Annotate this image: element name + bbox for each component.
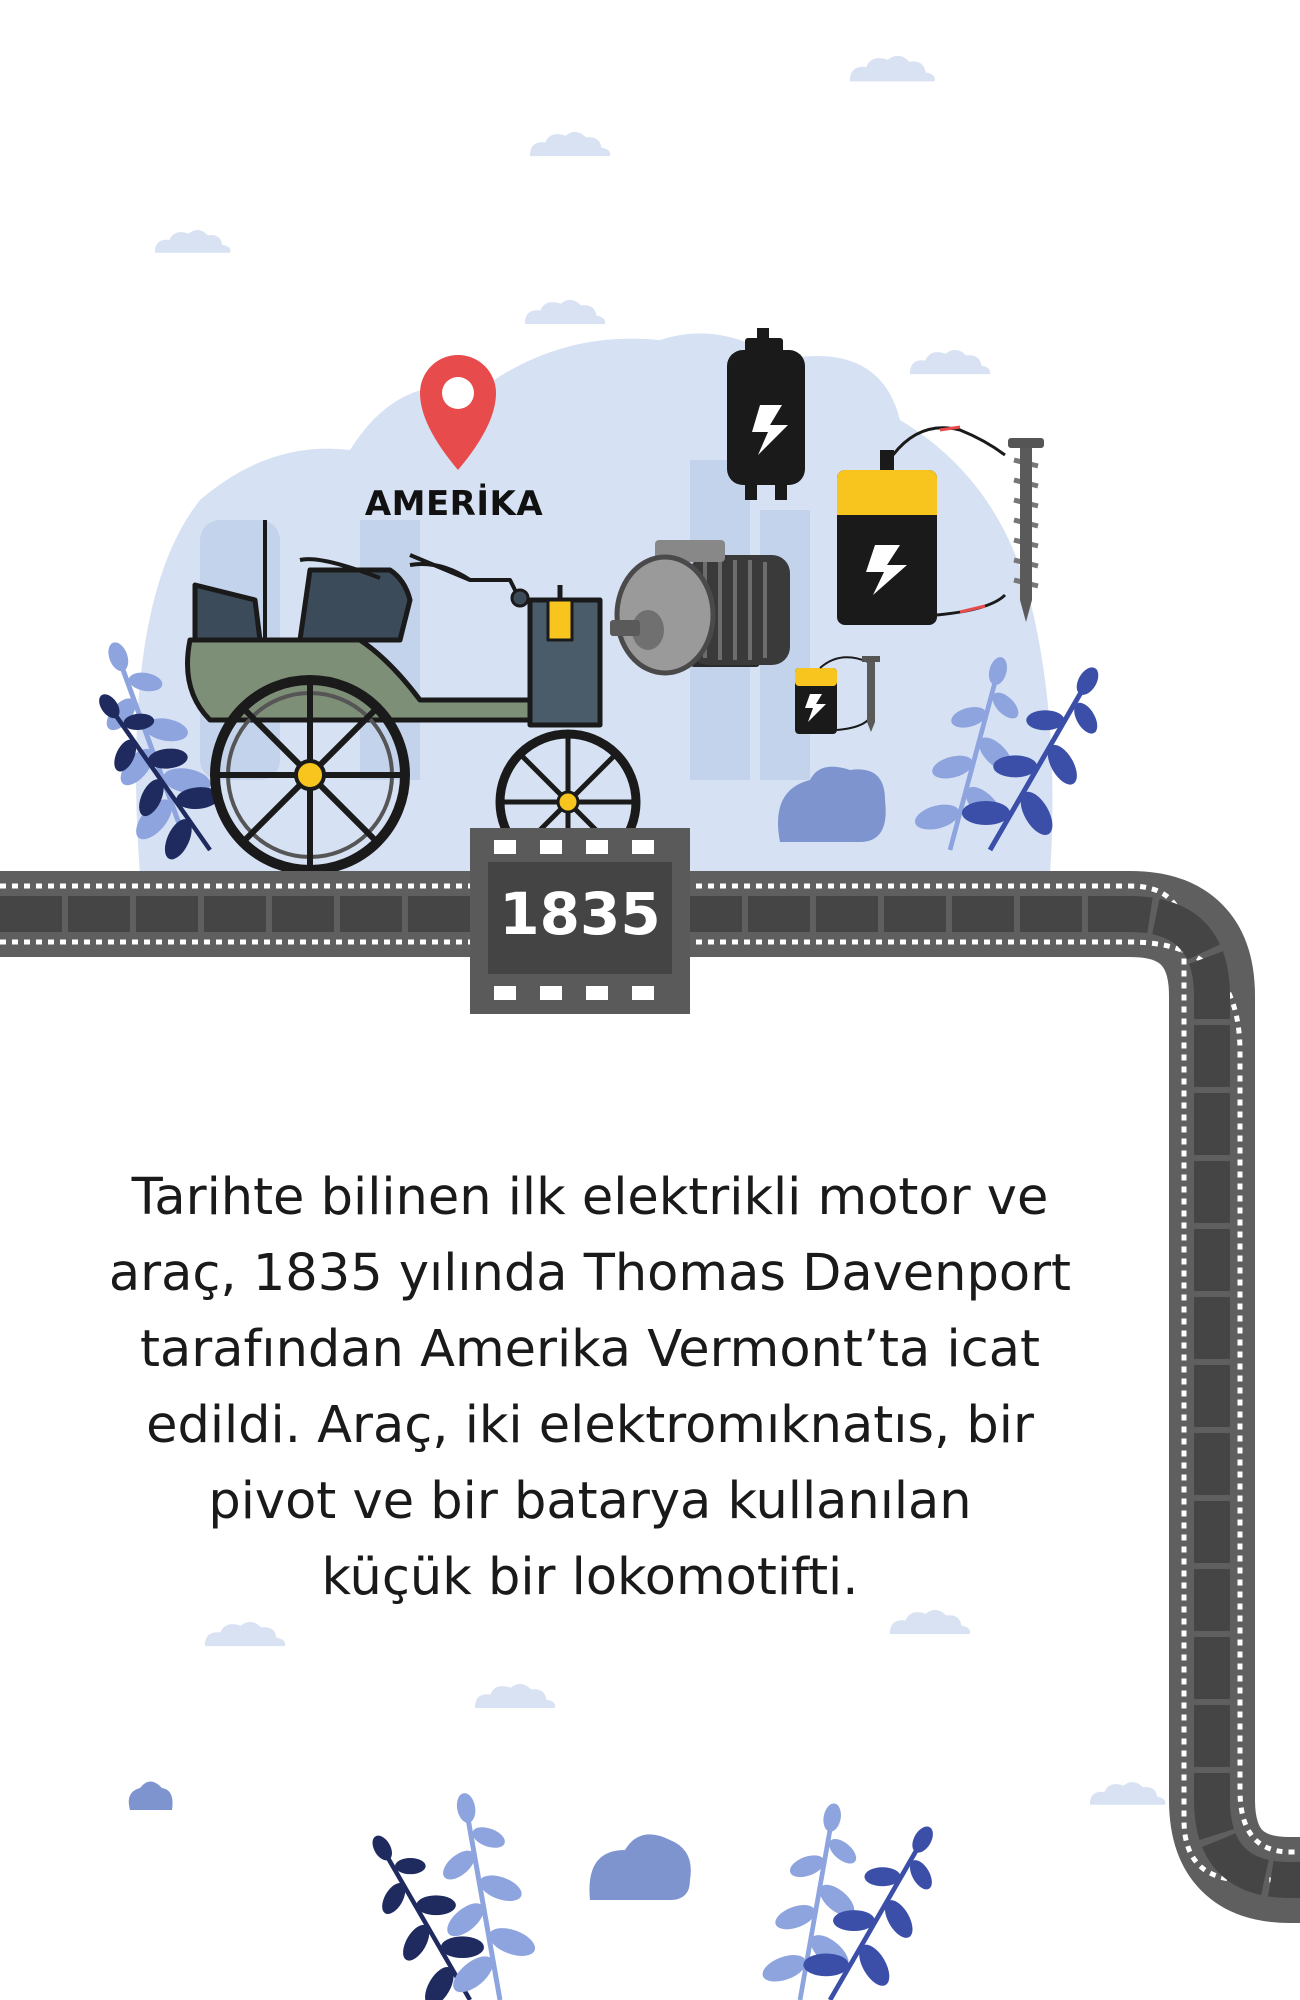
year-label: 1835 bbox=[499, 880, 661, 948]
illustration-canvas bbox=[0, 55, 1300, 2000]
cloud-icon bbox=[530, 131, 611, 157]
battery-icon bbox=[727, 328, 805, 500]
cloud-icon bbox=[475, 1683, 556, 1709]
plant-icon bbox=[415, 1785, 548, 2000]
location-label: AMERİKA bbox=[364, 484, 544, 524]
cloud-icon bbox=[910, 349, 991, 375]
description-text: Tarihte bilinen ilk elektrikli motor ve … bbox=[90, 1160, 1090, 1616]
cloud-icon bbox=[205, 1621, 286, 1647]
cloud-icon bbox=[850, 55, 935, 82]
cloud-icon bbox=[155, 229, 231, 253]
description-line: pivot ve bir batarya kullanılan bbox=[208, 1472, 972, 1531]
description-line: araç, 1835 yılında Thomas Davenport bbox=[108, 1244, 1072, 1303]
description-line: küçük bir lokomotifti. bbox=[321, 1548, 859, 1607]
description-line: edildi. Araç, iki elektromıknatıs, bir bbox=[146, 1396, 1034, 1455]
infographic-page: AMERİKA 1835 Tarihte bilinen ilk elektri… bbox=[0, 0, 1300, 2000]
cloud-icon bbox=[525, 299, 606, 325]
description-line: Tarihte bilinen ilk elektrikli motor ve bbox=[131, 1168, 1049, 1227]
description-line: tarafından Amerika Vermont’ta icat bbox=[140, 1320, 1040, 1379]
cloud-icon bbox=[1090, 1781, 1166, 1805]
